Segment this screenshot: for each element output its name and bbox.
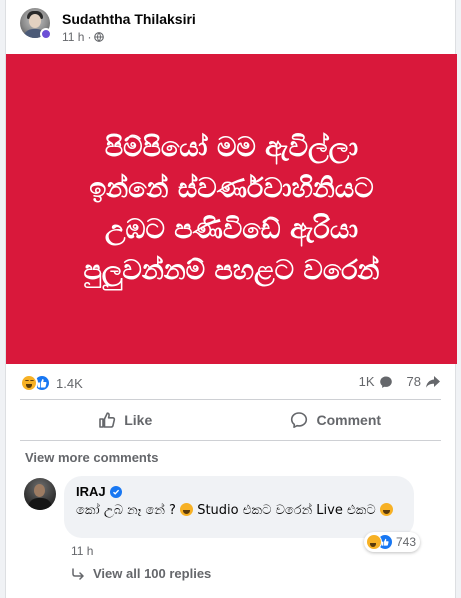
- comment-text-part: Studio එකට වරෙන් Live එකට: [193, 503, 380, 518]
- comment-label: Comment: [316, 412, 382, 428]
- reply-arrow-icon: [72, 567, 84, 580]
- view-replies[interactable]: View all 100 replies: [71, 566, 211, 581]
- commenter-name-row: IRAJ: [76, 484, 402, 499]
- comment-time[interactable]: 11 h: [71, 544, 93, 558]
- comment-count-icon: [379, 376, 392, 388]
- comment-text-part: කෝ උබ නෑ නේ ?: [76, 503, 181, 518]
- comment-bubble: IRAJ කෝ උබ නෑ නේ ? Studio එකට වරෙන් Live…: [64, 476, 414, 538]
- haha-reaction-icon: [20, 374, 38, 392]
- comment-reactions[interactable]: 743: [364, 532, 421, 552]
- share-icon: [426, 375, 440, 388]
- divider: [20, 399, 441, 400]
- laughing-emoji-icon: [180, 503, 194, 516]
- post-time[interactable]: 11 h: [62, 30, 84, 44]
- avatar-badge: [40, 28, 52, 40]
- reactions-count: 1.4K: [56, 375, 83, 391]
- laughing-emoji-icon: [379, 503, 393, 516]
- verified-icon: [109, 485, 122, 498]
- comment-icon: [291, 412, 308, 428]
- shares-count[interactable]: 78: [407, 374, 421, 389]
- divider: [20, 440, 441, 441]
- view-more-comments[interactable]: View more comments: [25, 450, 158, 465]
- like-label: Like: [124, 412, 153, 428]
- comment-button[interactable]: Comment: [231, 402, 442, 438]
- meta-separator: ·: [87, 30, 92, 44]
- reactions-summary[interactable]: 1.4K: [20, 372, 83, 394]
- like-icon: [99, 412, 116, 428]
- commenter-name[interactable]: IRAJ: [76, 484, 106, 499]
- post-image[interactable]: පිම්පියෝ මම ඇවිල්ලා ඉන්නේ ස්වර්ණවාහිනියට…: [6, 54, 457, 364]
- post-image-text: පිම්පියෝ මම ඇවිල්ලා ඉන්නේ ස්වර්ණවාහිනියට…: [83, 132, 380, 286]
- comment-reactions-count: 743: [396, 535, 417, 549]
- commenter-avatar[interactable]: [24, 478, 56, 510]
- action-bar: Like Comment: [20, 402, 441, 438]
- engagement-stats: 1K 78: [359, 374, 441, 389]
- comment-text: කෝ උබ නෑ නේ ? Studio එකට වරෙන් Live එකට: [76, 503, 402, 519]
- haha-reaction-icon: [366, 534, 382, 550]
- comments-count[interactable]: 1K: [359, 374, 375, 389]
- post-card: Sudaththa Thilaksiri 11 h · පිම්පියෝ මම …: [5, 0, 457, 598]
- like-button[interactable]: Like: [20, 402, 231, 438]
- post-meta: 11 h ·: [62, 30, 105, 44]
- globe-icon: [94, 32, 105, 42]
- post-header: Sudaththa Thilaksiri 11 h ·: [20, 8, 440, 48]
- view-replies-label: View all 100 replies: [93, 566, 212, 581]
- author-name[interactable]: Sudaththa Thilaksiri: [62, 11, 196, 27]
